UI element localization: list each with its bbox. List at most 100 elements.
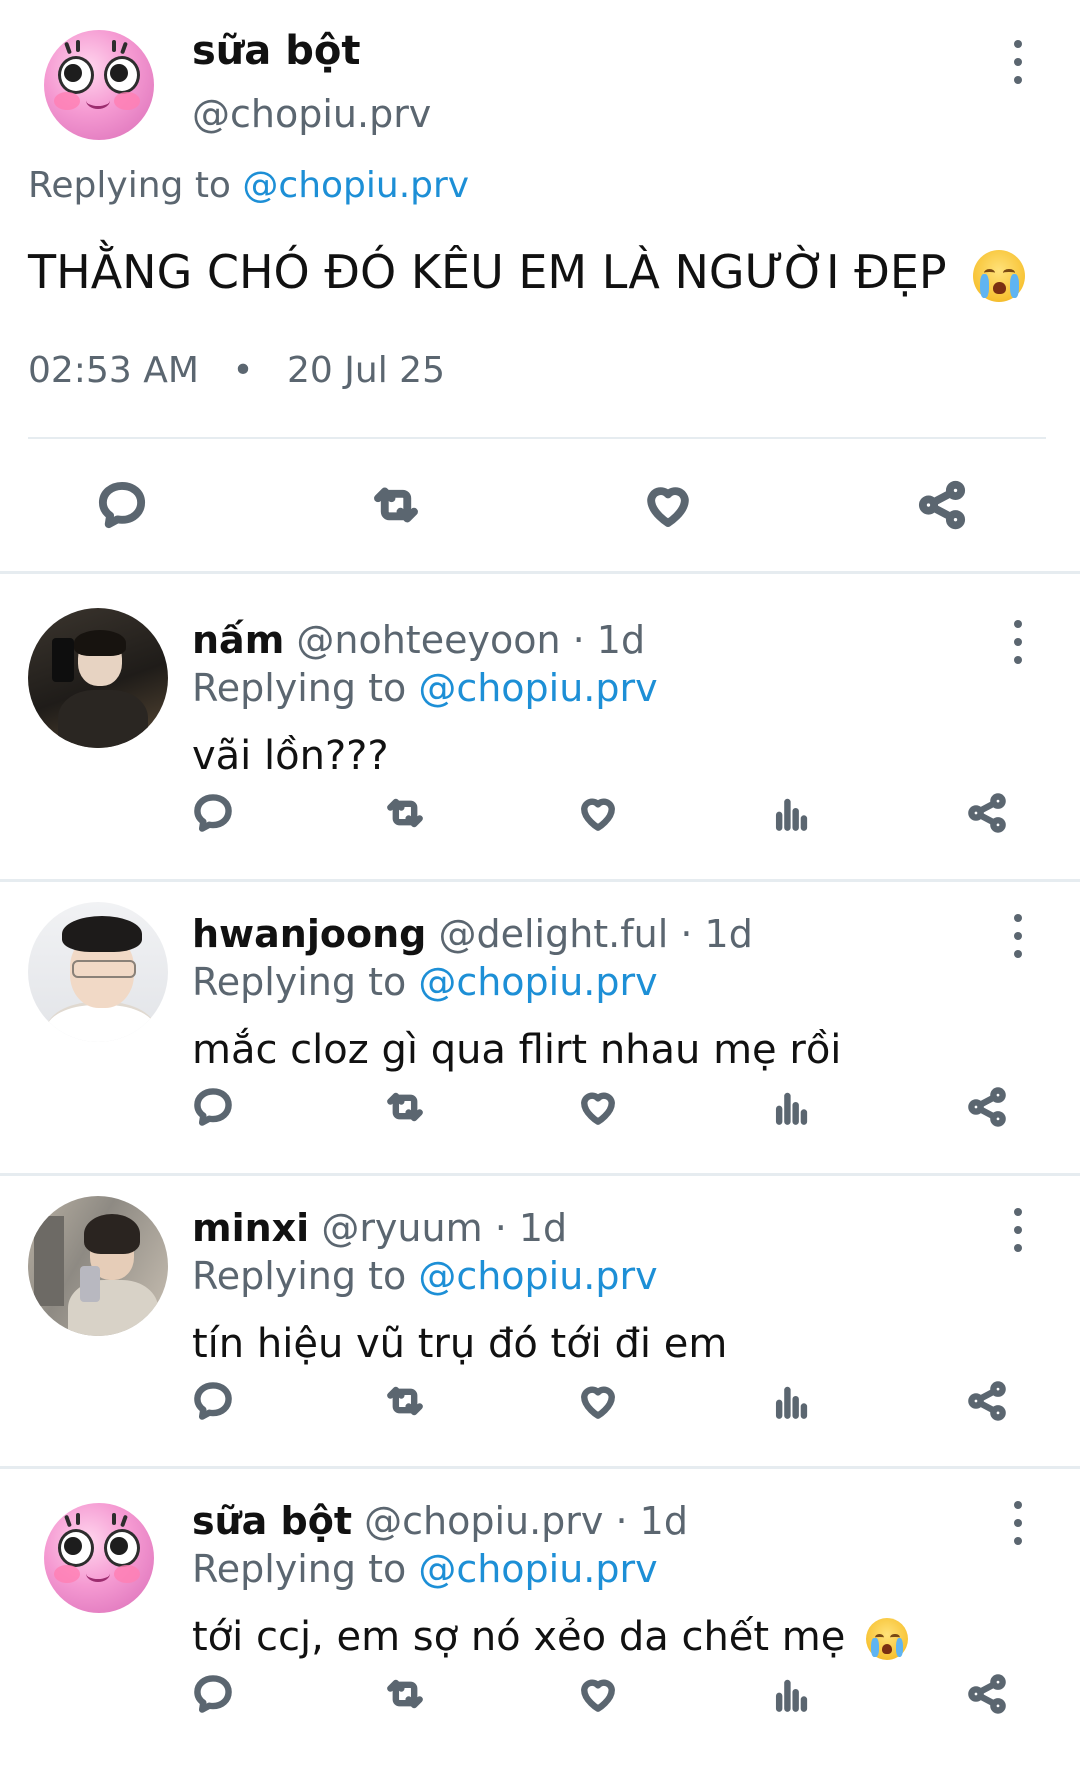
views-icon[interactable] xyxy=(767,788,817,838)
reply-text: vãi lồn??? xyxy=(192,733,389,779)
views-icon[interactable] xyxy=(767,1376,817,1426)
avatar-pupil-right xyxy=(110,64,128,82)
reply-text: mắc cloz gì qua flirt nhau mẹ rồi xyxy=(192,1027,842,1073)
avatar[interactable] xyxy=(28,902,168,1042)
avatar[interactable] xyxy=(44,30,154,140)
reply-header: sữa bột @chopiu.prv · 1d xyxy=(192,1499,688,1543)
reply-tweet[interactable]: minxi @ryuum · 1d Replying to @chopiu.pr… xyxy=(0,1166,1080,1456)
author-handle[interactable]: @chopiu.prv xyxy=(364,1499,603,1543)
replying-to-link[interactable]: @chopiu.prv xyxy=(418,1547,657,1591)
retweet-icon[interactable] xyxy=(380,788,430,838)
like-icon[interactable] xyxy=(573,1376,623,1426)
reply-tweet[interactable]: hwanjoong @delight.ful · 1d Replying to … xyxy=(0,872,1080,1162)
divider xyxy=(28,437,1046,439)
replying-to-link[interactable]: @chopiu.prv xyxy=(418,1254,657,1298)
share-icon[interactable] xyxy=(962,788,1012,838)
replying-to: Replying to @chopiu.prv xyxy=(28,165,469,206)
retweet-icon[interactable] xyxy=(366,475,426,535)
reply-header: hwanjoong @delight.ful · 1d xyxy=(192,912,753,956)
tweet-age: · 1d xyxy=(494,1206,568,1250)
replying-to: Replying to @chopiu.prv xyxy=(192,1254,658,1298)
divider xyxy=(0,571,1080,574)
reply-action-bar xyxy=(0,1669,1080,1729)
avatar-cheek-left xyxy=(54,92,80,110)
reply-text: tín hiệu vũ trụ đó tới đi em xyxy=(192,1321,728,1367)
author-name[interactable]: minxi xyxy=(192,1206,309,1250)
reply-icon[interactable] xyxy=(188,788,238,838)
avatar[interactable] xyxy=(44,1503,154,1613)
avatar-mouth xyxy=(86,92,110,109)
reply-icon[interactable] xyxy=(92,475,152,535)
more-options-icon[interactable] xyxy=(1003,1208,1033,1252)
retweet-icon[interactable] xyxy=(380,1376,430,1426)
avatar[interactable] xyxy=(28,608,168,748)
share-icon[interactable] xyxy=(962,1082,1012,1132)
tweet-timestamp: 02:53 AM • 20 Jul 25 xyxy=(28,350,445,391)
views-icon[interactable] xyxy=(767,1082,817,1132)
reply-action-bar xyxy=(0,788,1080,848)
avatar[interactable] xyxy=(28,1196,168,1336)
tweet-text: THẰNG CHÓ ĐÓ KÊU EM LÀ NGƯỜI ĐẸP xyxy=(28,245,1026,302)
author-handle[interactable]: @nohteeyoon xyxy=(296,618,560,662)
replying-to: Replying to @chopiu.prv xyxy=(192,1547,658,1591)
like-icon[interactable] xyxy=(573,1082,623,1132)
avatar-lash xyxy=(112,40,116,52)
like-icon[interactable] xyxy=(638,475,698,535)
reply-action-bar xyxy=(0,1082,1080,1142)
replying-to-link[interactable]: @chopiu.prv xyxy=(242,165,469,206)
author-handle[interactable]: @delight.ful xyxy=(438,912,668,956)
replying-to-prefix: Replying to xyxy=(192,1254,419,1298)
author-name[interactable]: hwanjoong xyxy=(192,912,426,956)
reply-header: minxi @ryuum · 1d xyxy=(192,1206,567,1250)
timestamp-separator: • xyxy=(232,350,254,391)
more-options-icon[interactable] xyxy=(1003,40,1033,84)
retweet-icon[interactable] xyxy=(380,1082,430,1132)
avatar-lash xyxy=(120,41,128,55)
reply-tweet[interactable]: sữa bột @chopiu.prv · 1d Replying to @ch… xyxy=(0,1459,1080,1749)
tweet-age: · 1d xyxy=(572,618,646,662)
like-icon[interactable] xyxy=(573,1669,623,1719)
replying-to-prefix: Replying to xyxy=(28,165,243,206)
reply-text: tới ccj, em sợ nó xẻo da chết mẹ xyxy=(192,1614,909,1660)
reply-header: nấm @nohteeyoon · 1d xyxy=(192,618,645,662)
replying-to-link[interactable]: @chopiu.prv xyxy=(418,666,657,710)
reply-text-content: tới ccj, em sợ nó xẻo da chết mẹ xyxy=(192,1614,846,1660)
tweet-date: 20 Jul 25 xyxy=(287,350,445,391)
author-name[interactable]: sữa bột xyxy=(192,1499,352,1543)
like-icon[interactable] xyxy=(573,788,623,838)
author-name[interactable]: nấm xyxy=(192,618,284,662)
reply-tweet[interactable]: nấm @nohteeyoon · 1d Replying to @chopiu… xyxy=(0,578,1080,868)
main-tweet: sữa bột @chopiu.prv Replying to @chopiu.… xyxy=(0,0,1080,577)
share-icon[interactable] xyxy=(912,475,972,535)
tweet-time: 02:53 AM xyxy=(28,350,199,391)
avatar-cheek-right xyxy=(114,92,140,110)
replying-to-prefix: Replying to xyxy=(192,1547,419,1591)
avatar-lash xyxy=(64,41,72,55)
views-icon[interactable] xyxy=(767,1669,817,1719)
tweet-age: · 1d xyxy=(615,1499,688,1543)
avatar-pupil-left xyxy=(64,64,82,82)
replying-to: Replying to @chopiu.prv xyxy=(192,666,658,710)
replying-to-link[interactable]: @chopiu.prv xyxy=(418,960,657,1004)
loudly-crying-face-emoji-icon xyxy=(973,249,1026,302)
author-handle[interactable]: @ryuum xyxy=(321,1206,482,1250)
loudly-crying-face-emoji-icon xyxy=(866,1618,909,1660)
reply-icon[interactable] xyxy=(188,1669,238,1719)
more-options-icon[interactable] xyxy=(1003,914,1033,958)
retweet-icon[interactable] xyxy=(380,1669,430,1719)
replying-to: Replying to @chopiu.prv xyxy=(192,960,658,1004)
author-handle[interactable]: @chopiu.prv xyxy=(192,92,431,136)
more-options-icon[interactable] xyxy=(1003,1501,1033,1545)
reply-icon[interactable] xyxy=(188,1082,238,1132)
reply-icon[interactable] xyxy=(188,1376,238,1426)
tweet-text-content: THẰNG CHÓ ĐÓ KÊU EM LÀ NGƯỜI ĐẸP xyxy=(28,245,947,299)
share-icon[interactable] xyxy=(962,1669,1012,1719)
tweet-age: · 1d xyxy=(680,912,753,956)
share-icon[interactable] xyxy=(962,1376,1012,1426)
avatar-lash xyxy=(76,40,80,52)
replying-to-prefix: Replying to xyxy=(192,666,419,710)
author-name[interactable]: sữa bột xyxy=(192,28,360,74)
more-options-icon[interactable] xyxy=(1003,620,1033,664)
replying-to-prefix: Replying to xyxy=(192,960,419,1004)
tweet-action-bar xyxy=(0,470,1080,540)
